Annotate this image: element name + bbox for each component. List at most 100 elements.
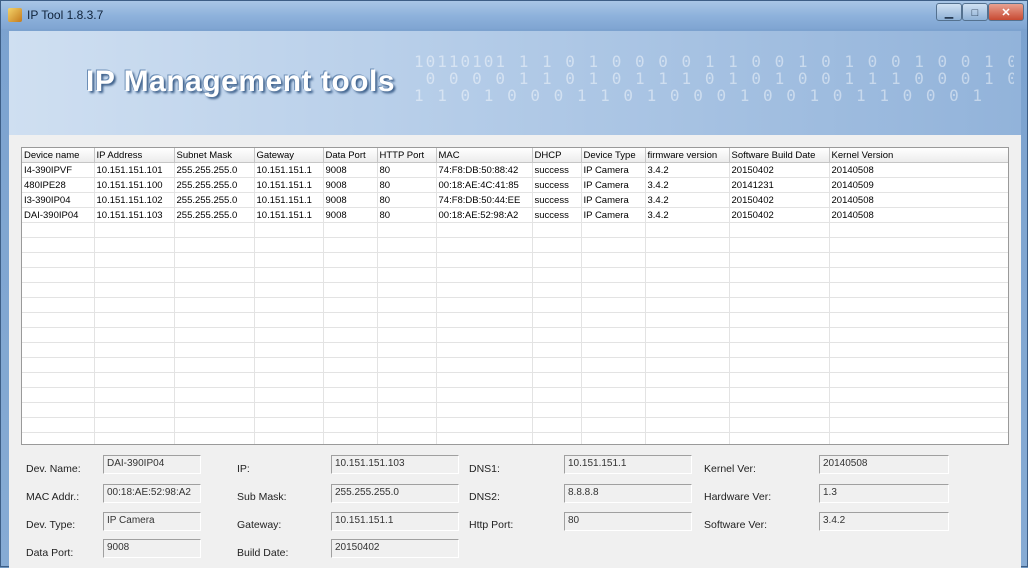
dns1-label: DNS1: xyxy=(469,463,500,475)
maximize-button[interactable]: □ xyxy=(962,3,988,21)
column-header[interactable]: firmware version xyxy=(645,148,730,163)
table-cell xyxy=(22,222,95,238)
table-cell xyxy=(436,267,533,283)
data-port-field[interactable]: 9008 xyxy=(103,539,201,558)
table-row[interactable]: I3-390IP04 10.151.151.102 255.255.255.0 10.… xyxy=(22,192,1008,208)
column-header[interactable]: Kernel Version xyxy=(829,148,1008,163)
table-cell: 10.151.151.101 xyxy=(94,162,175,178)
app-icon xyxy=(8,8,22,22)
table-cell xyxy=(729,297,830,313)
column-header[interactable]: Software Build Date xyxy=(729,148,830,163)
table-cell: 9008 xyxy=(323,207,378,223)
table-cell xyxy=(645,252,730,268)
table-cell xyxy=(729,387,830,403)
dev-type-label: Dev. Type: xyxy=(26,519,76,531)
column-header[interactable]: MAC xyxy=(436,148,533,163)
title-bar[interactable]: IP Tool 1.8.3.7 ▁ □ ✕ xyxy=(1,1,1027,29)
column-header[interactable]: Device name xyxy=(22,148,95,163)
dns2-label: DNS2: xyxy=(469,491,500,503)
table-row[interactable]: I4-390IPVF 10.151.151.101 255.255.255.0 10.… xyxy=(22,162,1008,178)
table-cell xyxy=(22,267,95,283)
table-cell xyxy=(581,417,646,433)
table-cell xyxy=(22,432,95,444)
hardware-ver-field[interactable]: 1.3 xyxy=(819,484,949,503)
table-cell xyxy=(729,312,830,328)
table-cell: 10.151.151.102 xyxy=(94,192,175,208)
table-cell: 20140509 xyxy=(829,177,1008,193)
table-cell: 3.4.2 xyxy=(645,192,730,208)
table-cell: 80 xyxy=(377,162,437,178)
table-cell xyxy=(829,237,1008,253)
minimize-button[interactable]: ▁ xyxy=(936,3,962,21)
column-header[interactable]: HTTP Port xyxy=(377,148,437,163)
table-cell xyxy=(377,387,437,403)
table-cell xyxy=(581,372,646,388)
table-cell xyxy=(645,372,730,388)
table-header-row: Device name IP Address Subnet Mask Gateway D… xyxy=(22,148,1008,163)
empty-row xyxy=(22,297,1008,313)
table-cell xyxy=(829,252,1008,268)
table-cell xyxy=(829,372,1008,388)
table-cell xyxy=(174,267,255,283)
table-row[interactable]: 480IPE28 10.151.151.100 255.255.255.0 10.15… xyxy=(22,177,1008,193)
column-header[interactable]: DHCP xyxy=(532,148,582,163)
gateway-field[interactable]: 10.151.151.1 xyxy=(331,512,459,531)
table-cell xyxy=(94,357,175,373)
http-port-field[interactable]: 80 xyxy=(564,512,692,531)
kernel-ver-field[interactable]: 20140508 xyxy=(819,455,949,474)
mac-field[interactable]: 00:18:AE:52:98:A2 xyxy=(103,484,201,503)
table-cell xyxy=(532,357,582,373)
column-header[interactable]: Gateway xyxy=(254,148,324,163)
table-cell xyxy=(829,327,1008,343)
ip-field[interactable]: 10.151.151.103 xyxy=(331,455,459,474)
http-port-label: Http Port: xyxy=(469,519,514,531)
table-body: I4-390IPVF 10.151.151.101 255.255.255.0 10.… xyxy=(22,162,1008,444)
table-cell xyxy=(645,237,730,253)
banner-binary-pattern: 10110101 1 1 0 1 0 0 0 0 1 1 0 0 1 0 1 0… xyxy=(414,53,1014,105)
table-cell xyxy=(532,237,582,253)
table-cell xyxy=(729,252,830,268)
table-cell xyxy=(377,402,437,418)
table-cell xyxy=(323,252,378,268)
dev-type-field[interactable]: IP Camera xyxy=(103,512,201,531)
table-cell xyxy=(532,432,582,444)
dns1-field[interactable]: 10.151.151.1 xyxy=(564,455,692,474)
column-header[interactable]: Device Type xyxy=(581,148,646,163)
table-cell: 74:F8:DB:50:88:42 xyxy=(436,162,533,178)
device-table[interactable]: Device name IP Address Subnet Mask Gateway D… xyxy=(21,147,1009,445)
column-header[interactable]: Data Port xyxy=(323,148,378,163)
table-cell xyxy=(729,417,830,433)
dev-name-field[interactable]: DAI-390IP04 xyxy=(103,455,201,474)
close-button[interactable]: ✕ xyxy=(988,3,1024,21)
empty-row xyxy=(22,282,1008,298)
table-cell xyxy=(829,267,1008,283)
table-cell xyxy=(645,267,730,283)
table-row[interactable]: DAI-390IP04 10.151.151.103 255.255.255.0 10… xyxy=(22,207,1008,223)
column-header[interactable]: Subnet Mask xyxy=(174,148,255,163)
device-details-panel: Dev. Name: DAI-390IP04 MAC Addr.: 00:18:… xyxy=(9,449,1021,568)
sub-mask-field[interactable]: 255.255.255.0 xyxy=(331,484,459,503)
table-cell xyxy=(829,282,1008,298)
table-cell xyxy=(174,402,255,418)
software-ver-field[interactable]: 3.4.2 xyxy=(819,512,949,531)
table-cell xyxy=(377,357,437,373)
table-cell xyxy=(94,432,175,444)
table-cell xyxy=(254,372,324,388)
column-header[interactable]: IP Address xyxy=(94,148,175,163)
table-cell xyxy=(829,222,1008,238)
table-cell xyxy=(729,222,830,238)
table-cell xyxy=(174,357,255,373)
table-cell xyxy=(645,222,730,238)
empty-row xyxy=(22,342,1008,358)
ip-label: IP: xyxy=(237,463,250,475)
table-cell: 00:18:AE:4C:41:85 xyxy=(436,177,533,193)
table-cell xyxy=(436,222,533,238)
table-cell: success xyxy=(532,207,582,223)
table-cell xyxy=(829,357,1008,373)
build-date-field[interactable]: 20150402 xyxy=(331,539,459,558)
dns2-field[interactable]: 8.8.8.8 xyxy=(564,484,692,503)
table-cell xyxy=(22,297,95,313)
table-cell: 10.151.151.1 xyxy=(254,177,324,193)
table-cell xyxy=(581,342,646,358)
table-cell xyxy=(645,282,730,298)
